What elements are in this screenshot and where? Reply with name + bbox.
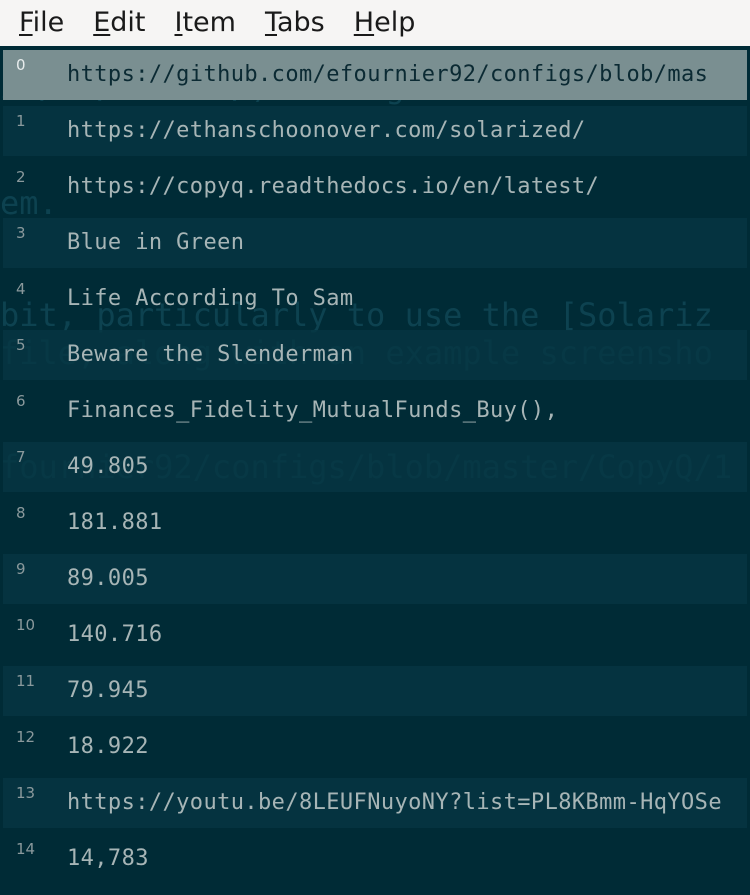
item-text: https://github.com/efournier92/configs/b… [67, 62, 709, 87]
item-text: https://ethanschoonover.com/solarized/ [67, 118, 586, 143]
item-index: 10 [16, 616, 36, 634]
item-text: 79.945 [67, 678, 149, 703]
clipboard-item[interactable]: 3 Blue in Green [3, 218, 747, 268]
item-index: 6 [16, 392, 26, 410]
menu-tabs-mnemonic: T [264, 7, 277, 38]
menu-help[interactable]: Help [344, 0, 426, 46]
clipboard-item[interactable]: 10 140.716 [3, 610, 747, 660]
clipboard-item[interactable]: 11 79.945 [3, 666, 747, 716]
item-text: 181.881 [67, 510, 163, 535]
item-text: 18.922 [67, 734, 149, 759]
menu-file-label: ile [32, 7, 65, 38]
menu-edit-label: dit [110, 7, 146, 38]
menu-file-mnemonic: F [19, 7, 33, 38]
clipboard-item[interactable]: 8 181.881 [3, 498, 747, 548]
menu-bar: File Edit Item Tabs Help [0, 0, 750, 46]
item-index: 13 [16, 784, 36, 802]
menu-help-mnemonic: H [353, 7, 375, 38]
clipboard-item[interactable]: 5 Beware the Slenderman [3, 330, 747, 380]
clipboard-item[interactable]: 14 14,783 [3, 834, 747, 884]
item-text: https://youtu.be/8LEUFNuyoNY?list=PL8KBm… [67, 790, 722, 815]
item-index: 11 [16, 672, 36, 690]
clipboard-item[interactable]: 4 Life According To Sam [3, 274, 747, 324]
menu-edit-mnemonic: E [93, 7, 111, 38]
clipboard-item[interactable]: 7 49.805 [3, 442, 747, 492]
menu-item[interactable]: Item [165, 0, 246, 46]
item-index: 14 [16, 840, 36, 858]
menu-item-label: tem [182, 7, 236, 38]
clipboard-item[interactable]: 13 https://youtu.be/8LEUFNuyoNY?list=PL8K… [3, 778, 747, 828]
item-index: 2 [16, 168, 26, 186]
item-index: 0 [16, 56, 26, 74]
clipboard-item[interactable]: 12 18.922 [3, 722, 747, 772]
item-text: Finances_Fidelity_MutualFunds_Buy(), [67, 398, 559, 423]
item-index: 7 [16, 448, 26, 466]
clipboard-item[interactable]: 6 Finances_Fidelity_MutualFunds_Buy(), [3, 386, 747, 436]
item-text: Blue in Green [67, 230, 245, 255]
item-index: 8 [16, 504, 26, 522]
clipboard-item[interactable]: 1 https://ethanschoonover.com/solarized/ [3, 106, 747, 156]
item-index: 5 [16, 336, 26, 354]
item-index: 1 [16, 112, 26, 130]
item-index: 9 [16, 560, 26, 578]
clipboard-item-list[interactable]: io/en/latest/) Configuration em. bit, pa… [0, 46, 750, 895]
item-text: https://copyq.readthedocs.io/en/latest/ [67, 174, 600, 199]
item-index: 3 [16, 224, 26, 242]
item-text: 49.805 [67, 454, 149, 479]
item-index: 4 [16, 280, 26, 298]
item-text: Beware the Slenderman [67, 342, 354, 367]
menu-edit[interactable]: Edit [83, 0, 155, 46]
item-index: 12 [16, 728, 36, 746]
item-text: Life According To Sam [67, 286, 354, 311]
clipboard-item[interactable]: 0 https://github.com/efournier92/configs/… [3, 50, 747, 100]
menu-tabs-label: abs [277, 7, 325, 38]
item-text: 89.005 [67, 566, 149, 591]
clipboard-item[interactable]: 2 https://copyq.readthedocs.io/en/latest/ [3, 162, 747, 212]
menu-file[interactable]: File [9, 0, 74, 46]
menu-help-label: elp [374, 7, 416, 38]
menu-tabs[interactable]: Tabs [255, 0, 335, 46]
clipboard-item[interactable]: 9 89.005 [3, 554, 747, 604]
item-text: 140.716 [67, 622, 163, 647]
item-text: 14,783 [67, 846, 149, 871]
